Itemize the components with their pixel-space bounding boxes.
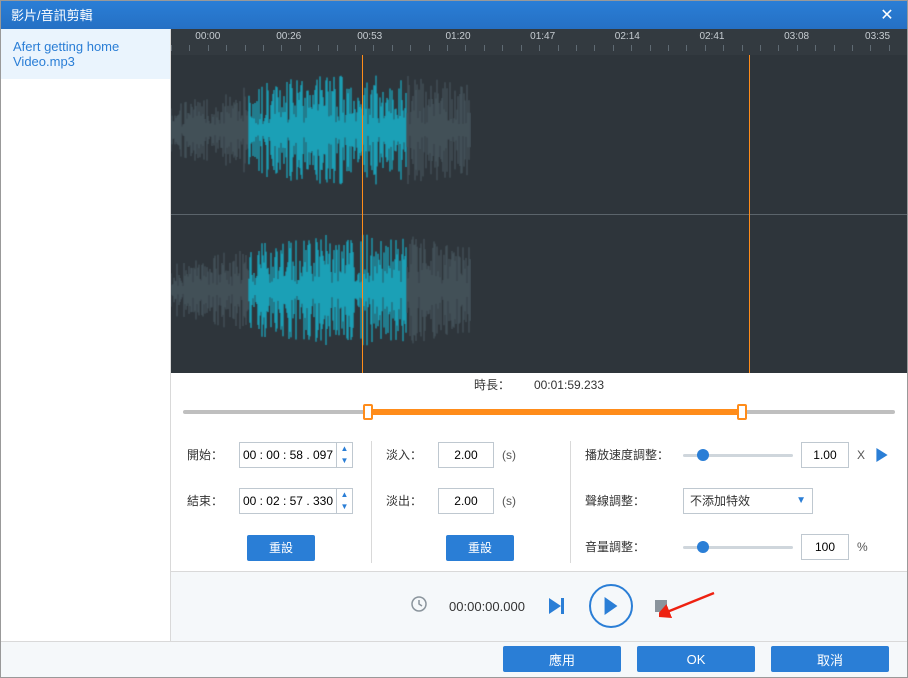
playback-bar: 00:00:00.000 <box>171 571 907 641</box>
ruler-tick: 02:14 <box>615 31 640 42</box>
spin-up-icon[interactable]: ▲ <box>337 443 352 455</box>
range-handle-start[interactable] <box>363 404 373 420</box>
timeline-ruler[interactable]: 00:00 00:26 00:53 01:20 01:47 02:14 02:4… <box>171 29 907 55</box>
speed-slider[interactable] <box>683 445 793 465</box>
ruler-tick: 03:35 <box>865 31 890 42</box>
ruler-tick: 01:20 <box>446 31 471 42</box>
fade-out-label: 淡出： <box>386 492 430 509</box>
sidebar: Afert getting home Video.mp3 <box>1 29 171 641</box>
fade-out-input[interactable] <box>438 488 494 514</box>
speed-preview-play-icon[interactable] <box>873 446 891 464</box>
speed-label: 播放速度調整： <box>585 446 675 463</box>
spin-up-icon[interactable]: ▲ <box>337 489 352 501</box>
play-button[interactable] <box>589 584 633 628</box>
duration-row: 時長： 00:01:59.233 <box>171 373 907 397</box>
stop-button[interactable] <box>655 600 667 612</box>
volume-input[interactable] <box>801 534 849 560</box>
close-icon[interactable]: ✕ <box>877 5 897 25</box>
speed-input[interactable] <box>801 442 849 468</box>
reset-fade-button[interactable]: 重設 <box>446 535 514 561</box>
ruler-tick: 02:41 <box>699 31 724 42</box>
start-time-input[interactable]: ▲▼ <box>239 442 353 468</box>
sidebar-item-file[interactable]: Afert getting home Video.mp3 <box>1 29 170 79</box>
ruler-tick: 00:00 <box>195 31 220 42</box>
controls-grid: 開始： ▲▼ 結束： ▲▼ 重設 <box>171 435 907 571</box>
end-time-field[interactable] <box>240 489 336 513</box>
editor-window: 影片/音訊剪輯 ✕ Afert getting home Video.mp3 0… <box>0 0 908 678</box>
selection-start-marker[interactable] <box>362 55 363 373</box>
skip-to-start-icon[interactable] <box>547 598 567 614</box>
ruler-tick: 00:53 <box>357 31 382 42</box>
duration-label: 時長： <box>474 376 510 393</box>
ruler-tick: 00:26 <box>276 31 301 42</box>
range-slider[interactable] <box>183 401 895 423</box>
sidebar-item-label: Afert getting home Video.mp3 <box>13 39 119 69</box>
window-title: 影片/音訊剪輯 <box>11 5 93 24</box>
apply-button[interactable]: 應用 <box>503 646 621 672</box>
reset-trim-button[interactable]: 重設 <box>247 535 315 561</box>
ruler-tick: 01:47 <box>530 31 555 42</box>
titlebar: 影片/音訊剪輯 ✕ <box>1 1 907 29</box>
fade-in-input[interactable] <box>438 442 494 468</box>
fade-out-unit: (s) <box>502 494 516 508</box>
end-label: 結束： <box>187 492 231 509</box>
volume-slider[interactable] <box>683 537 793 557</box>
voice-effect-select[interactable]: 不添加特效 ▼ <box>683 488 813 514</box>
volume-unit: % <box>857 540 868 554</box>
playback-time: 00:00:00.000 <box>449 599 525 614</box>
ok-button[interactable]: OK <box>637 646 755 672</box>
selection-end-marker[interactable] <box>749 55 750 373</box>
waveform-area[interactable] <box>171 55 907 373</box>
spin-down-icon[interactable]: ▼ <box>337 501 352 513</box>
annotation-arrow <box>659 590 719 620</box>
start-label: 開始： <box>187 446 231 463</box>
volume-label: 音量調整： <box>585 538 675 555</box>
ruler-tick: 03:08 <box>784 31 809 42</box>
spin-down-icon[interactable]: ▼ <box>337 455 352 467</box>
cancel-button[interactable]: 取消 <box>771 646 889 672</box>
fade-in-label: 淡入： <box>386 446 430 463</box>
bottom-bar: 應用 OK 取消 <box>1 641 907 677</box>
fade-in-unit: (s) <box>502 448 516 462</box>
voice-label: 聲線調整： <box>585 492 675 509</box>
start-time-field[interactable] <box>240 443 336 467</box>
duration-value: 00:01:59.233 <box>534 378 604 392</box>
range-handle-end[interactable] <box>737 404 747 420</box>
clock-icon <box>411 596 427 617</box>
speed-unit: X <box>857 448 865 462</box>
end-time-input[interactable]: ▲▼ <box>239 488 353 514</box>
chevron-down-icon: ▼ <box>796 495 806 506</box>
main-panel: 00:00 00:26 00:53 01:20 01:47 02:14 02:4… <box>171 29 907 641</box>
voice-effect-selected: 不添加特效 <box>690 492 750 509</box>
